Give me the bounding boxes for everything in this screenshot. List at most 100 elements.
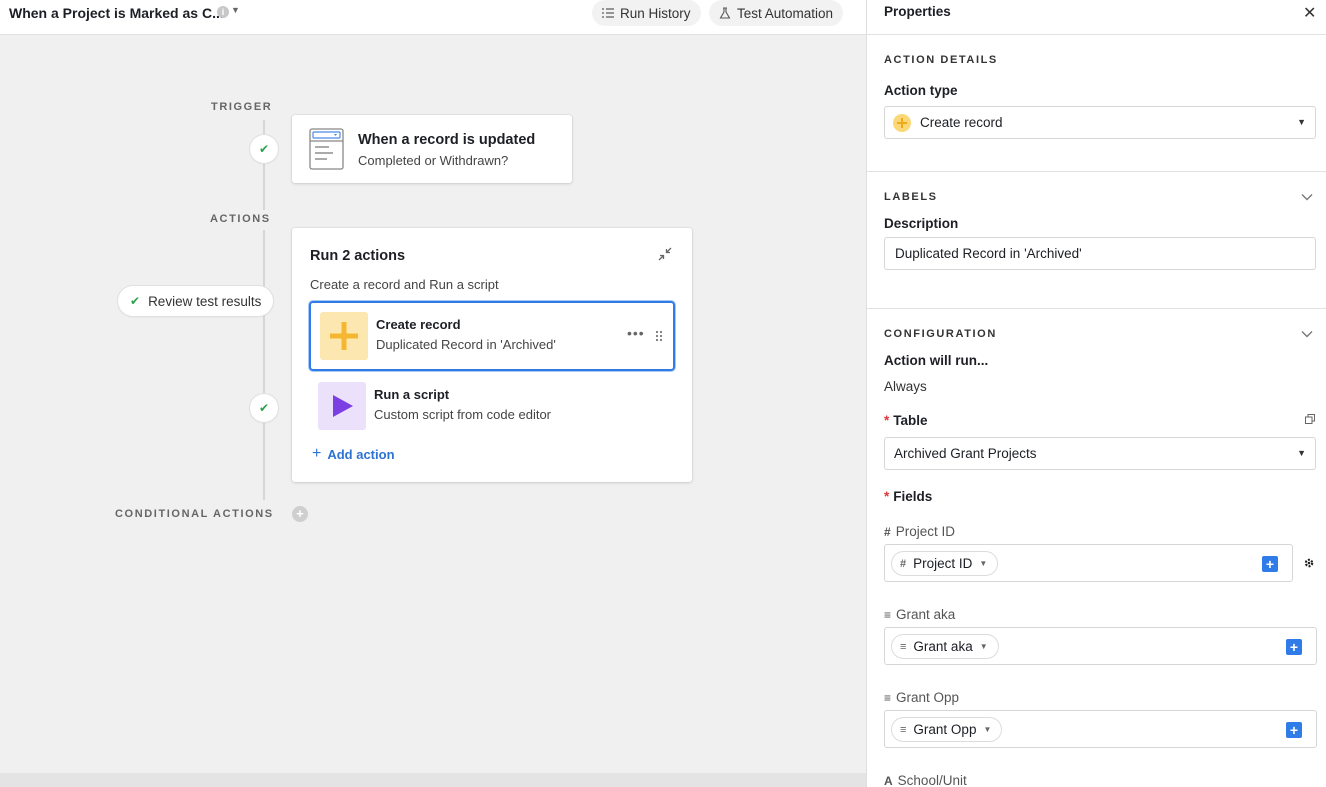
play-icon bbox=[318, 382, 366, 430]
description-label: Description bbox=[884, 216, 959, 231]
fields-label: * Fields bbox=[884, 489, 932, 504]
gear-icon[interactable] bbox=[1303, 557, 1315, 569]
action-item-subtitle: Duplicated Record in 'Archived' bbox=[376, 337, 556, 352]
check-icon: ✔ bbox=[130, 294, 141, 308]
number-field-icon: # bbox=[900, 557, 907, 570]
table-select[interactable]: Archived Grant Projects ▼ bbox=[884, 437, 1316, 470]
add-action-label: Add action bbox=[327, 446, 395, 462]
trigger-section-label: TRIGGER bbox=[211, 101, 273, 113]
insert-value-button[interactable]: + bbox=[1286, 722, 1302, 738]
add-action-button[interactable]: + Add action bbox=[312, 446, 395, 462]
collapse-icon[interactable] bbox=[658, 247, 672, 261]
record-form-icon bbox=[309, 128, 344, 170]
review-test-results-button[interactable]: ✔ Review test results bbox=[118, 286, 274, 316]
description-value: Duplicated Record in 'Archived' bbox=[895, 246, 1082, 261]
field-input-project-id[interactable]: # Project ID ▼ + bbox=[884, 544, 1293, 582]
field-token-label: Grant aka bbox=[913, 639, 973, 654]
properties-header: Properties ✕ bbox=[867, 0, 1326, 35]
field-label-text: School/Unit bbox=[897, 773, 967, 787]
text-field-icon: ≡ bbox=[884, 607, 892, 622]
workflow-canvas: TRIGGER ACTIONS CONDITIONAL ACTIONS ✔ ✔ … bbox=[0, 35, 866, 787]
test-automation-button[interactable]: Test Automation bbox=[709, 0, 844, 26]
fields-label-text: Fields bbox=[893, 489, 933, 504]
actions-section-label: ACTIONS bbox=[210, 213, 271, 225]
plus-icon bbox=[893, 114, 911, 132]
flask-icon bbox=[719, 7, 731, 19]
description-input[interactable]: Duplicated Record in 'Archived' bbox=[884, 237, 1316, 270]
chevron-down-icon: ▼ bbox=[1297, 448, 1306, 458]
trigger-check-icon: ✔ bbox=[250, 135, 278, 163]
flow-line bbox=[263, 120, 265, 210]
test-automation-label: Test Automation bbox=[737, 5, 834, 21]
action-item-run-script[interactable]: Run a script Custom script from code edi… bbox=[309, 373, 675, 443]
field-label-text: Grant aka bbox=[896, 607, 956, 622]
action-item-create-record[interactable]: Create record Duplicated Record in 'Arch… bbox=[309, 301, 675, 371]
labels-label: LABELS bbox=[884, 191, 938, 203]
chevron-down-icon: ▼ bbox=[979, 559, 988, 568]
info-icon[interactable]: i bbox=[217, 6, 229, 18]
properties-title: Properties bbox=[884, 4, 951, 19]
actions-card-title: Run 2 actions bbox=[310, 248, 406, 264]
open-table-icon[interactable] bbox=[1305, 414, 1315, 424]
field-token[interactable]: # Project ID ▼ bbox=[891, 551, 999, 576]
plus-icon: + bbox=[312, 445, 322, 462]
action-details-section: ACTION DETAILS Action type Create record… bbox=[867, 35, 1326, 172]
chevron-down-icon[interactable] bbox=[1301, 193, 1313, 201]
field-token-label: Grant Opp bbox=[913, 722, 977, 737]
insert-value-button[interactable]: + bbox=[1286, 639, 1302, 655]
field-label-grant-opp: ≡ Grant Opp bbox=[884, 690, 959, 705]
insert-value-button[interactable]: + bbox=[1262, 556, 1278, 572]
required-marker: * bbox=[884, 413, 890, 428]
review-test-results-label: Review test results bbox=[148, 293, 262, 309]
canvas-footer bbox=[0, 773, 866, 787]
chevron-down-icon[interactable]: ▼ bbox=[231, 5, 240, 15]
actions-card: Run 2 actions Create a record and Run a … bbox=[292, 228, 692, 482]
number-field-icon: # bbox=[884, 524, 891, 539]
trigger-title: When a record is updated bbox=[358, 132, 536, 148]
action-item-title: Run a script bbox=[374, 387, 450, 402]
add-conditional-action-icon[interactable]: + bbox=[292, 506, 308, 522]
action-details-label: ACTION DETAILS bbox=[884, 54, 998, 66]
action-will-run-value[interactable]: Always bbox=[884, 379, 927, 394]
field-label-grant-aka: ≡ Grant aka bbox=[884, 607, 955, 622]
field-token[interactable]: ≡ Grant aka ▼ bbox=[891, 634, 999, 659]
field-label-school-unit: A School/Unit bbox=[884, 773, 967, 787]
field-input-grant-aka[interactable]: ≡ Grant aka ▼ + bbox=[884, 627, 1317, 665]
trigger-subtitle: Completed or Withdrawn? bbox=[358, 153, 509, 168]
more-options-icon[interactable]: ••• bbox=[627, 325, 645, 341]
actions-card-subtitle: Create a record and Run a script bbox=[310, 277, 499, 292]
list-icon bbox=[602, 8, 614, 18]
top-bar: When a Project is Marked as C... i ▼ Run… bbox=[0, 0, 866, 35]
action-item-title: Create record bbox=[376, 317, 461, 332]
configuration-label: CONFIGURATION bbox=[884, 328, 997, 340]
field-label-text: Project ID bbox=[895, 524, 955, 539]
trigger-card[interactable]: When a record is updated Completed or Wi… bbox=[292, 115, 572, 183]
action-type-value: Create record bbox=[920, 115, 1003, 130]
chevron-down-icon[interactable] bbox=[1301, 330, 1313, 338]
text-field-icon: ≡ bbox=[900, 723, 907, 736]
properties-panel: Properties ✕ ACTION DETAILS Action type … bbox=[866, 0, 1326, 787]
table-label-text: Table bbox=[893, 413, 928, 428]
close-icon[interactable]: ✕ bbox=[1303, 3, 1316, 23]
table-value: Archived Grant Projects bbox=[894, 446, 1037, 461]
labels-section: LABELS Description Duplicated Record in … bbox=[867, 172, 1326, 309]
action-item-subtitle: Custom script from code editor bbox=[374, 407, 552, 422]
chevron-down-icon: ▼ bbox=[983, 725, 992, 734]
field-label-text: Grant Opp bbox=[896, 690, 960, 705]
field-token[interactable]: ≡ Grant Opp ▼ bbox=[891, 717, 1003, 742]
drag-handle-icon[interactable] bbox=[655, 330, 663, 342]
automation-title[interactable]: When a Project is Marked as C... bbox=[9, 5, 224, 21]
text-field-icon: ≡ bbox=[900, 640, 907, 653]
text-field-icon: A bbox=[884, 773, 893, 787]
plus-icon bbox=[320, 312, 368, 360]
action-will-run-label: Action will run... bbox=[884, 353, 989, 368]
chevron-down-icon: ▼ bbox=[1297, 117, 1306, 127]
action-type-label: Action type bbox=[884, 83, 958, 98]
field-label-project-id: # Project ID bbox=[884, 524, 955, 539]
run-history-button[interactable]: Run History bbox=[592, 0, 701, 26]
chevron-down-icon: ▼ bbox=[979, 642, 988, 651]
field-input-grant-opp[interactable]: ≡ Grant Opp ▼ + bbox=[884, 710, 1317, 748]
action-type-select[interactable]: Create record ▼ bbox=[884, 106, 1316, 139]
table-label: * Table bbox=[884, 413, 928, 428]
conditional-actions-label: CONDITIONAL ACTIONS bbox=[115, 508, 274, 520]
